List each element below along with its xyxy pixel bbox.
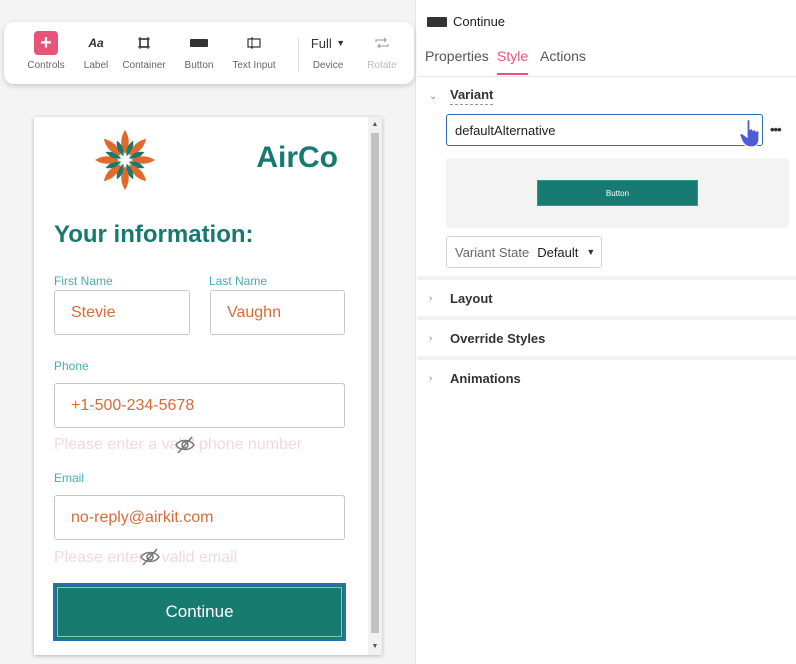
chevron-down-icon: ⌄ xyxy=(429,90,438,102)
hidden-eye-icon[interactable] xyxy=(139,546,161,568)
last-name-label: Last Name xyxy=(209,274,268,288)
device-select[interactable]: Full ▼ Device xyxy=(298,30,358,72)
phone-label: Phone xyxy=(54,359,89,373)
button-tool[interactable]: Button xyxy=(169,30,229,71)
tab-style[interactable]: Style xyxy=(497,48,529,75)
brand-name: AirCo xyxy=(256,141,338,174)
tab-properties[interactable]: Properties xyxy=(425,48,489,73)
section-divider xyxy=(417,316,796,320)
variant-input[interactable]: defaultAlternative xyxy=(446,114,763,146)
device-label: Device xyxy=(312,60,344,71)
scroll-down-arrow-icon[interactable]: ▼ xyxy=(371,643,379,651)
text-input-icon xyxy=(247,37,261,49)
rotate-label: Rotate xyxy=(367,60,397,71)
more-options-icon[interactable]: ••• xyxy=(770,122,782,137)
button-icon xyxy=(190,39,208,47)
variant-section-header[interactable]: ⌄ Variant xyxy=(417,87,796,105)
button-tool-label: Button xyxy=(184,60,214,71)
chevron-right-icon: › xyxy=(429,332,433,344)
email-label: Email xyxy=(54,471,85,485)
variant-state-label: Variant State xyxy=(455,244,530,260)
chevron-right-icon: › xyxy=(429,292,433,304)
inspector-tabs: Properties Style Actions xyxy=(417,40,796,77)
plus-icon: + xyxy=(34,31,58,55)
form-title: Your information: xyxy=(54,221,254,248)
section-divider xyxy=(417,276,796,280)
inspector-panel: Continue Properties Style Actions ⌄ Vari… xyxy=(417,0,796,664)
chevron-right-icon: › xyxy=(429,372,433,384)
component-toolbar: + Controls Aa Label Container Button Tex… xyxy=(4,22,414,84)
device-value: Full xyxy=(310,35,332,51)
text-input-tool-label: Text Input xyxy=(232,60,276,71)
container-tool-label: Container xyxy=(122,60,166,71)
text-input-tool[interactable]: Text Input xyxy=(224,30,284,71)
first-name-field[interactable]: Stevie xyxy=(54,290,190,335)
caret-down-icon: ▼ xyxy=(586,247,596,257)
layout-section-header[interactable]: › Layout xyxy=(417,289,796,307)
container-tool[interactable]: Container xyxy=(114,30,174,71)
section-divider xyxy=(417,356,796,360)
variant-preview: Button xyxy=(446,158,789,228)
app-preview-frame: AirCo Your information: First Name Stevi… xyxy=(34,117,382,655)
email-field[interactable]: no-reply@airkit.com xyxy=(54,495,345,540)
design-canvas: + Controls Aa Label Container Button Tex… xyxy=(0,0,416,664)
button-icon xyxy=(427,16,447,27)
scroll-up-arrow-icon[interactable]: ▲ xyxy=(371,121,379,129)
override-styles-section-header[interactable]: › Override Styles xyxy=(417,329,796,347)
variant-state-value: Default xyxy=(537,244,579,260)
label-tool-label: Label xyxy=(83,60,109,71)
animations-section-title: Animations xyxy=(450,370,521,386)
continue-button[interactable]: Continue xyxy=(53,583,346,641)
selected-component-name: Continue xyxy=(453,14,506,29)
tab-actions[interactable]: Actions xyxy=(540,48,586,73)
continue-button-label: Continue xyxy=(165,602,234,621)
container-icon xyxy=(138,37,150,49)
airco-logo xyxy=(95,130,155,190)
phone-field[interactable]: +1-500-234-5678 xyxy=(54,383,345,428)
selected-component-header: Continue xyxy=(427,14,505,29)
layout-section-title: Layout xyxy=(450,290,493,306)
variant-state-select[interactable]: Variant State Default ▼ xyxy=(446,236,602,268)
controls-tool-label: Controls xyxy=(27,60,65,71)
override-styles-section-title: Override Styles xyxy=(450,330,546,346)
rotate-icon xyxy=(375,37,389,49)
first-name-label: First Name xyxy=(54,274,113,288)
animations-section-header[interactable]: › Animations xyxy=(417,369,796,387)
last-name-field[interactable]: Vaughn xyxy=(210,290,345,335)
preview-scrollbar[interactable]: ▲ ▼ xyxy=(368,117,382,655)
hand-pointer-cursor-icon xyxy=(739,118,760,148)
label-icon: Aa xyxy=(88,36,104,50)
scroll-thumb[interactable] xyxy=(371,133,379,633)
variant-section-title: Variant xyxy=(450,87,494,105)
rotate-button[interactable]: Rotate xyxy=(352,30,412,71)
caret-down-icon: ▼ xyxy=(336,38,346,48)
variant-preview-button: Button xyxy=(537,180,698,206)
hidden-eye-icon[interactable] xyxy=(174,434,196,456)
